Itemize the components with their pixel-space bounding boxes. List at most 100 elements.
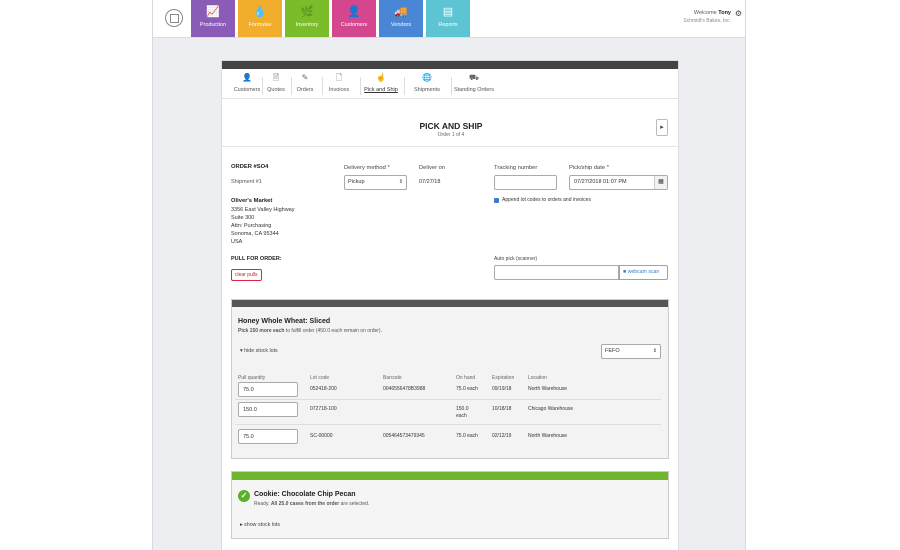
top-navigation-bar: 📈 Production 💧 Formulas 🌿 Inventory 👤 Customers… — [153, 0, 745, 38]
order-number: ORDER #SO4 — [231, 164, 269, 170]
shipment-number: Shipment #1 — [231, 179, 262, 185]
select-caret-icon: ⇕ — [652, 348, 657, 354]
video-camera-icon: ■ — [623, 269, 627, 275]
pull-quantity-input[interactable] — [238, 402, 298, 417]
report-icon: ▤ — [442, 6, 454, 18]
on-hand: 75.0 each — [456, 433, 478, 439]
section-tabs: 👤 Customers 🗎 Quotes ✎ Orders 🗋 Invoices ☝ Pick a… — [222, 69, 678, 99]
ready-status: Ready. All 25.0 cases from the order are… — [254, 501, 369, 507]
pull-quantity-input[interactable] — [238, 382, 298, 397]
address-line: Attn: Purchasing — [231, 223, 272, 229]
address-line: Suite 300 — [231, 215, 255, 221]
hide-stock-lots-link[interactable]: ▾ hide stock lots — [240, 348, 278, 354]
append-lot-codes-checkbox[interactable] — [494, 198, 499, 203]
nav-tile-customers[interactable]: 👤 Customers — [332, 0, 376, 37]
nav-tile-reports[interactable]: ▤ Reports — [426, 0, 470, 37]
column-header: Barcode — [383, 375, 402, 381]
pick-and-ship-card: 👤 Customers 🗎 Quotes ✎ Orders 🗋 Invoices ☝ Pick a… — [221, 60, 680, 550]
nav-tile-production[interactable]: 📈 Production — [191, 0, 235, 37]
lot-code: 052418-200 — [310, 386, 337, 392]
pickship-date-value: 07/27/2018 01:07 PM — [574, 179, 627, 185]
sort-method-select[interactable]: FEFO ⇕ — [601, 344, 661, 359]
ready-prefix: Ready. — [254, 501, 271, 507]
pick-instructions: Pick 150 more each to fulfill order (450… — [238, 328, 382, 334]
card-header-bar — [222, 61, 678, 69]
pickship-date-label: Pick/ship date * — [569, 165, 609, 171]
column-header: Lot code — [310, 375, 330, 381]
file-icon: 🗋 — [335, 73, 343, 82]
tab-label: Invoices — [328, 87, 350, 93]
customer-name: Oliver's Market — [231, 198, 273, 204]
ready-amount: All 25.0 cases from the order — [270, 501, 340, 507]
nav-tile-label: Formulas — [248, 22, 272, 28]
calendar-icon[interactable]: ▦ — [654, 176, 667, 189]
location: Chicago Warehouse — [528, 406, 574, 412]
nav-tile-formulas[interactable]: 💧 Formulas — [238, 0, 282, 37]
nav-tile-label: Inventory — [295, 22, 319, 28]
expiration: 09/19/18 — [492, 386, 512, 392]
flask-drop-icon: 💧 — [253, 6, 267, 18]
tab-label: Standing Orders — [453, 87, 495, 93]
tab-pick-and-ship[interactable]: ☝ Pick and Ship — [359, 73, 403, 99]
delivery-method-label: Delivery method * — [344, 165, 390, 171]
location: North Warehouse — [528, 433, 567, 439]
ready-suffix: are selected. — [339, 501, 370, 507]
company-name: Schmidt's Bakes, Inc. — [683, 18, 731, 24]
tab-label: Pick and Ship — [364, 87, 398, 93]
nav-tile-label: Production — [199, 22, 227, 28]
tracking-number-input[interactable] — [494, 175, 557, 190]
pick-remaining: Pick 150 more each — [238, 328, 285, 334]
barcode: 005464573479345 — [383, 433, 425, 439]
address-line: Sonoma, CA 95344 — [231, 231, 279, 237]
barcode: 0046556478B3988 — [383, 386, 426, 392]
on-hand-unit: each — [456, 413, 467, 419]
webcam-scan-label: webcam scan — [627, 269, 660, 275]
append-lot-codes-label: Append lot codes to orders and invoices — [502, 197, 591, 203]
product-panel-header — [232, 472, 668, 480]
address-line: USA — [231, 239, 243, 245]
product-panel-header — [232, 300, 668, 307]
location: North Warehouse — [528, 386, 567, 392]
tab-shipments[interactable]: 🌐 Shipments — [405, 73, 449, 99]
check-circle-icon: ✓ — [238, 490, 250, 502]
company-logo-icon[interactable] — [165, 9, 183, 27]
deliver-on-label: Deliver on — [419, 165, 446, 171]
user-icon: 👤 — [347, 6, 361, 18]
auto-pick-label: Auto pick (scanner) — [494, 256, 538, 262]
nav-tile-inventory[interactable]: 🌿 Inventory — [285, 0, 329, 37]
lot-code: 072718-100 — [310, 406, 337, 412]
select-caret-icon: ⇕ — [398, 179, 403, 185]
product-name: Cookie: Chocolate Chip Pecan — [254, 491, 356, 498]
on-hand: 75.0 each — [456, 386, 478, 392]
auto-pick-input[interactable] — [494, 265, 619, 280]
pull-quantity-input[interactable] — [238, 429, 298, 444]
hand-pointer-icon: ☝ — [376, 73, 386, 82]
globe-icon: 🌐 — [422, 73, 432, 82]
show-stock-lots-link[interactable]: ▸ show stock lots — [240, 522, 280, 528]
address-line: 3356 East Valley Highway — [231, 207, 295, 213]
nav-tile-label: Vendors — [390, 22, 412, 28]
column-header: Location — [528, 375, 547, 381]
nav-tile-label: Customers — [340, 22, 368, 28]
tab-invoices[interactable]: 🗋 Invoices — [317, 73, 361, 99]
delivery-method-value: Pickup — [348, 179, 365, 185]
row-divider — [235, 399, 661, 400]
row-divider — [235, 424, 661, 425]
next-order-button[interactable]: ▸ — [656, 119, 668, 136]
product-panel: Honey Whole Wheat: Sliced Pick 150 more … — [231, 299, 669, 459]
divider — [222, 146, 680, 147]
nav-tile-vendors[interactable]: 🚚 Vendors — [379, 0, 423, 37]
clear-pulls-button[interactable]: clear pulls — [231, 269, 262, 281]
tab-label: Shipments — [414, 87, 440, 93]
leaf-icon: 🌿 — [300, 6, 314, 18]
webcam-scan-button[interactable]: ■ webcam scan — [619, 265, 668, 280]
sort-method-value: FEFO — [605, 348, 620, 354]
gear-icon[interactable]: ⚙ — [735, 9, 742, 18]
app-frame: 📈 Production 💧 Formulas 🌿 Inventory 👤 Customers… — [152, 0, 746, 550]
tab-standing-orders[interactable]: ⛟ Standing Orders — [452, 73, 496, 99]
pickship-date-input[interactable]: 07/27/2018 01:07 PM ▦ — [569, 175, 668, 190]
expiration: 02/12/19 — [492, 433, 512, 439]
column-header: Expiration — [492, 375, 515, 381]
delivery-method-select[interactable]: Pickup ⇕ — [344, 175, 407, 190]
pick-note: to fulfill order (450.0 each remain on o… — [284, 328, 382, 334]
